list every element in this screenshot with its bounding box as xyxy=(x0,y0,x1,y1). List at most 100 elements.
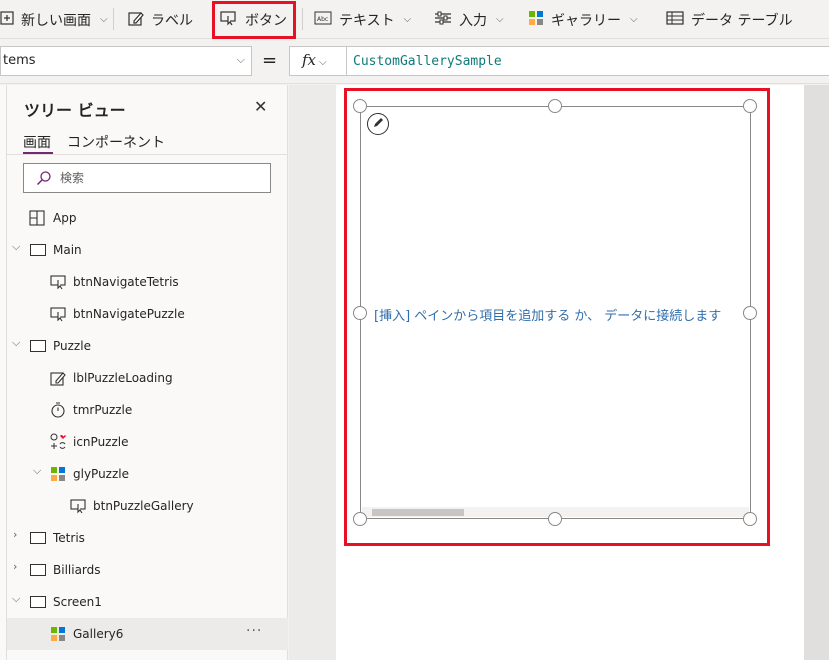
tree-node-label: App xyxy=(53,211,77,225)
formula-bar: tems ⌵ = fx ⌵ CustomGallerySample xyxy=(0,40,829,84)
equals-sign: = xyxy=(262,50,278,71)
resize-handle-right[interactable] xyxy=(743,306,757,320)
screen-icon xyxy=(30,244,46,256)
chevron-down-icon: ⌵ xyxy=(630,14,638,25)
tree-node-icn-puzzle[interactable]: icnPuzzle xyxy=(7,426,288,458)
search-icon xyxy=(36,170,52,190)
tree-node-label: btnPuzzleGallery xyxy=(93,499,194,513)
timer-icon xyxy=(50,401,66,421)
tree-node-screen1[interactable]: ⌵ Screen1 xyxy=(7,586,288,618)
property-value: tems xyxy=(3,53,36,68)
resize-handle-top-right[interactable] xyxy=(743,99,757,113)
app-grid-icon xyxy=(29,210,45,229)
property-dropdown[interactable]: tems ⌵ xyxy=(0,46,252,76)
gallery-button[interactable]: ギャラリー ⌵ xyxy=(528,0,638,39)
tree-node-gallery6[interactable]: Gallery6 ··· xyxy=(7,618,288,650)
svg-text:Abc: Abc xyxy=(317,16,328,23)
tree-node-puzzle[interactable]: ⌵ Puzzle xyxy=(7,330,288,362)
fx-label: fx xyxy=(302,51,317,69)
resize-handle-bottom-left[interactable] xyxy=(353,512,367,526)
scrollbar-thumb[interactable] xyxy=(372,509,464,516)
new-screen-label: 新しい画面 xyxy=(21,12,91,29)
gallery-grid-icon xyxy=(50,626,66,645)
resize-handle-bottom[interactable] xyxy=(548,512,562,526)
tree-view-panel: ツリー ビュー ✕ 画面 コンポーネント App ⌵ Main btnNavig… xyxy=(7,85,288,660)
text-button[interactable]: Abc テキスト ⌵ xyxy=(314,0,411,39)
tree-node-tmr-puzzle[interactable]: tmrPuzzle xyxy=(7,394,288,426)
chevron-right-icon[interactable]: › xyxy=(13,560,17,573)
chevron-down-icon: ⌵ xyxy=(236,53,245,66)
chevron-right-icon[interactable]: › xyxy=(13,528,17,541)
left-rail xyxy=(0,85,7,660)
edit-pencil-icon[interactable] xyxy=(367,113,389,135)
resize-handle-bottom-right[interactable] xyxy=(743,512,757,526)
tree-node-gly-puzzle[interactable]: ⌵ glyPuzzle xyxy=(7,458,288,490)
tree-node-label: Billiards xyxy=(53,563,101,577)
gallery-grid-icon xyxy=(50,466,66,485)
text-abc-icon: Abc xyxy=(314,11,332,29)
tree-node-label: btnNavigateTetris xyxy=(73,275,179,289)
resize-handle-left[interactable] xyxy=(353,306,367,320)
tree-node-btn-navigate-puzzle[interactable]: btnNavigatePuzzle xyxy=(7,298,288,330)
tree-node-label: Tetris xyxy=(53,531,85,545)
canvas-scrollbar[interactable] xyxy=(804,85,829,660)
button-touch-icon xyxy=(50,306,68,325)
resize-handle-top-left[interactable] xyxy=(353,99,367,113)
gallery-empty-message[interactable]: [挿入] ペインから項目を追加する か、 データに接続します xyxy=(374,305,721,324)
ribbon-divider xyxy=(113,8,114,30)
search-input[interactable] xyxy=(60,169,260,187)
tab-components[interactable]: コンポーネント xyxy=(67,132,165,152)
gallery-grid-icon xyxy=(528,10,544,30)
tree-node-tetris[interactable]: › Tetris xyxy=(7,522,288,554)
chevron-down-icon: ⌵ xyxy=(496,14,504,25)
tree-node-label: Gallery6 xyxy=(73,627,124,641)
label-button-label: ラベル xyxy=(151,12,193,29)
gallery-control[interactable]: [挿入] ペインから項目を追加する か、 データに接続します xyxy=(360,106,751,519)
tree-node-label: Puzzle xyxy=(53,339,91,353)
tree-node-btn-puzzle-gallery[interactable]: btnPuzzleGallery xyxy=(7,490,288,522)
input-button-label: 入力 xyxy=(459,12,487,29)
tree-node-billiards[interactable]: › Billiards xyxy=(7,554,288,586)
chevron-down-icon[interactable]: ⌵ xyxy=(33,464,41,478)
tree-node-label: btnNavigatePuzzle xyxy=(73,307,185,321)
chevron-down-icon: ⌵ xyxy=(100,14,108,25)
chevron-down-icon[interactable]: ⌵ xyxy=(12,592,20,606)
tab-screens[interactable]: 画面 xyxy=(23,132,51,152)
fx-button[interactable]: fx ⌵ xyxy=(289,46,347,76)
input-sliders-icon xyxy=(434,10,452,30)
gallery-button-label: ギャラリー xyxy=(551,12,621,29)
resize-handle-top[interactable] xyxy=(548,99,562,113)
screen-icon xyxy=(30,564,46,576)
tree-search-box[interactable] xyxy=(23,163,271,193)
new-screen-icon xyxy=(0,10,14,29)
formula-input[interactable]: CustomGallerySample xyxy=(346,46,829,76)
data-table-button[interactable]: データ テーブル xyxy=(666,0,793,39)
more-options-icon[interactable]: ··· xyxy=(246,623,262,639)
tree-node-btn-navigate-tetris[interactable]: btnNavigateTetris xyxy=(7,266,288,298)
button-touch-icon xyxy=(70,498,88,517)
tree-node-label: Screen1 xyxy=(53,595,102,609)
button-highlight-frame xyxy=(212,1,296,39)
label-button[interactable]: ラベル xyxy=(128,0,193,39)
tree-node-label: glyPuzzle xyxy=(73,467,129,481)
tree-node-app[interactable]: App xyxy=(7,202,288,234)
data-table-icon xyxy=(666,10,684,29)
screen-icon xyxy=(30,340,46,352)
ribbon-divider xyxy=(302,8,303,30)
tree-node-lbl-puzzle-loading[interactable]: lblPuzzleLoading xyxy=(7,362,288,394)
chevron-down-icon[interactable]: ⌵ xyxy=(12,336,20,350)
chevron-down-icon[interactable]: ⌵ xyxy=(12,240,20,254)
screen-icon xyxy=(30,532,46,544)
chevron-down-icon: ⌵ xyxy=(403,14,412,25)
input-button[interactable]: 入力 ⌵ xyxy=(434,0,504,39)
icons-set-icon xyxy=(50,433,67,453)
tree-node-label: icnPuzzle xyxy=(73,435,129,449)
design-canvas: [挿入] ペインから項目を追加する か、 データに接続します xyxy=(289,85,829,660)
tree-node-label: Main xyxy=(53,243,82,257)
screen-icon xyxy=(30,596,46,608)
tabs-divider xyxy=(7,154,288,155)
tree-node-main[interactable]: ⌵ Main xyxy=(7,234,288,266)
new-screen-button[interactable]: 新しい画面 ⌵ xyxy=(0,0,108,39)
chevron-down-icon: ⌵ xyxy=(319,57,327,68)
close-icon[interactable]: ✕ xyxy=(254,97,267,116)
